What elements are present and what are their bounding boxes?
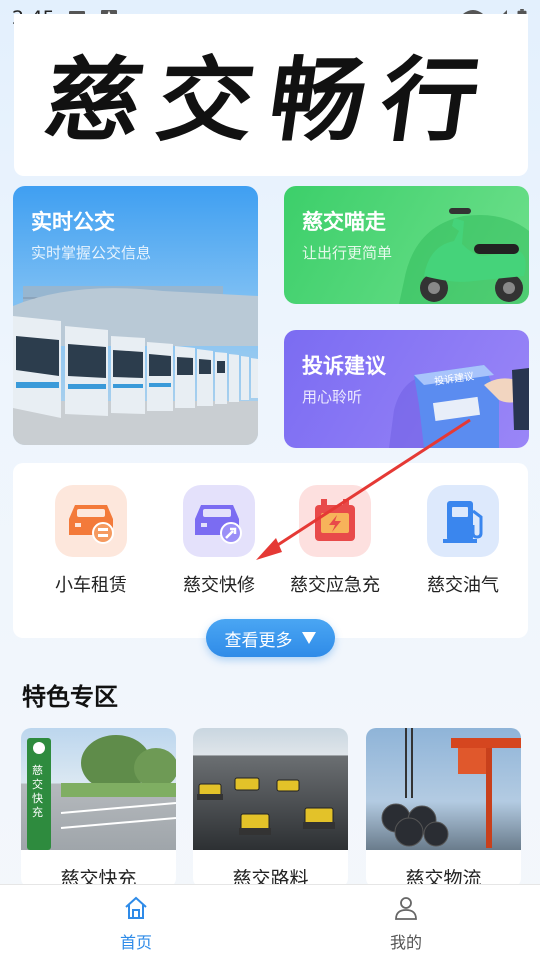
realtime-bus-card[interactable]: 实时公交 实时掌握公交信息 bbox=[13, 186, 258, 445]
emergency-charge-icon bbox=[299, 485, 371, 557]
fast-charge-photo: 慈交快充 bbox=[21, 728, 176, 850]
cijiao-miaozou-card[interactable]: 慈交喵走 让出行更简单 bbox=[284, 186, 529, 304]
service-label: 慈交快修 bbox=[183, 575, 255, 596]
service-car-rental[interactable]: 小车租赁 bbox=[31, 485, 151, 597]
see-more-label: 查看更多 bbox=[224, 630, 293, 651]
feature-card-road-material[interactable]: 慈交路料 bbox=[193, 728, 348, 888]
complaint-suggestion-card[interactable]: 投诉建议 投诉建议 用心聆听 bbox=[284, 330, 529, 448]
nav-home-label: 首页 bbox=[119, 933, 152, 952]
service-label: 小车租赁 bbox=[55, 575, 127, 596]
profile-icon bbox=[395, 897, 417, 920]
banner-calligraphy-logo: 慈交畅行 bbox=[38, 45, 502, 154]
road-paving-photo bbox=[193, 728, 348, 850]
logistics-port-photo bbox=[366, 728, 521, 850]
feature-card-logistics[interactable]: 慈交物流 bbox=[366, 728, 521, 888]
see-more-button[interactable]: 查看更多 bbox=[206, 619, 335, 657]
nav-profile-label: 我的 bbox=[389, 933, 422, 952]
complaint-card-title: 投诉建议 bbox=[302, 354, 386, 378]
service-label: 慈交应急充 bbox=[290, 575, 380, 596]
complaint-card-subtitle: 用心聆听 bbox=[302, 388, 363, 406]
service-quick-repair[interactable]: 慈交快修 bbox=[159, 485, 279, 597]
service-fuel-gas[interactable]: 慈交油气 bbox=[403, 485, 523, 597]
services-panel: 小车租赁 慈交快修 慈交应急充 慈交油气 bbox=[13, 463, 528, 638]
bottom-navigation: 首页 我的 bbox=[0, 884, 540, 960]
miao-card-title: 慈交喵走 bbox=[302, 210, 386, 234]
car-rental-icon bbox=[55, 485, 127, 557]
service-label: 慈交油气 bbox=[427, 575, 499, 596]
bus-card-subtitle: 实时掌握公交信息 bbox=[31, 244, 152, 262]
nav-profile[interactable]: 我的 bbox=[356, 895, 456, 953]
featured-section-title: 特色专区 bbox=[22, 683, 118, 711]
miao-card-subtitle: 让出行更简单 bbox=[302, 244, 393, 262]
home-icon bbox=[125, 896, 147, 919]
charge-sign-text: 慈交快充 bbox=[32, 764, 43, 819]
app-banner: 慈交畅行 bbox=[14, 14, 528, 176]
bus-card-title: 实时公交 bbox=[31, 210, 115, 234]
feature-card-fast-charge[interactable]: 慈交快充 慈交快充 bbox=[21, 728, 176, 888]
fuel-station-icon bbox=[427, 485, 499, 557]
car-repair-icon bbox=[183, 485, 255, 557]
nav-home[interactable]: 首页 bbox=[86, 895, 186, 953]
service-emergency-charge[interactable]: 慈交应急充 bbox=[275, 485, 395, 597]
triangle-down-icon bbox=[301, 632, 316, 644]
